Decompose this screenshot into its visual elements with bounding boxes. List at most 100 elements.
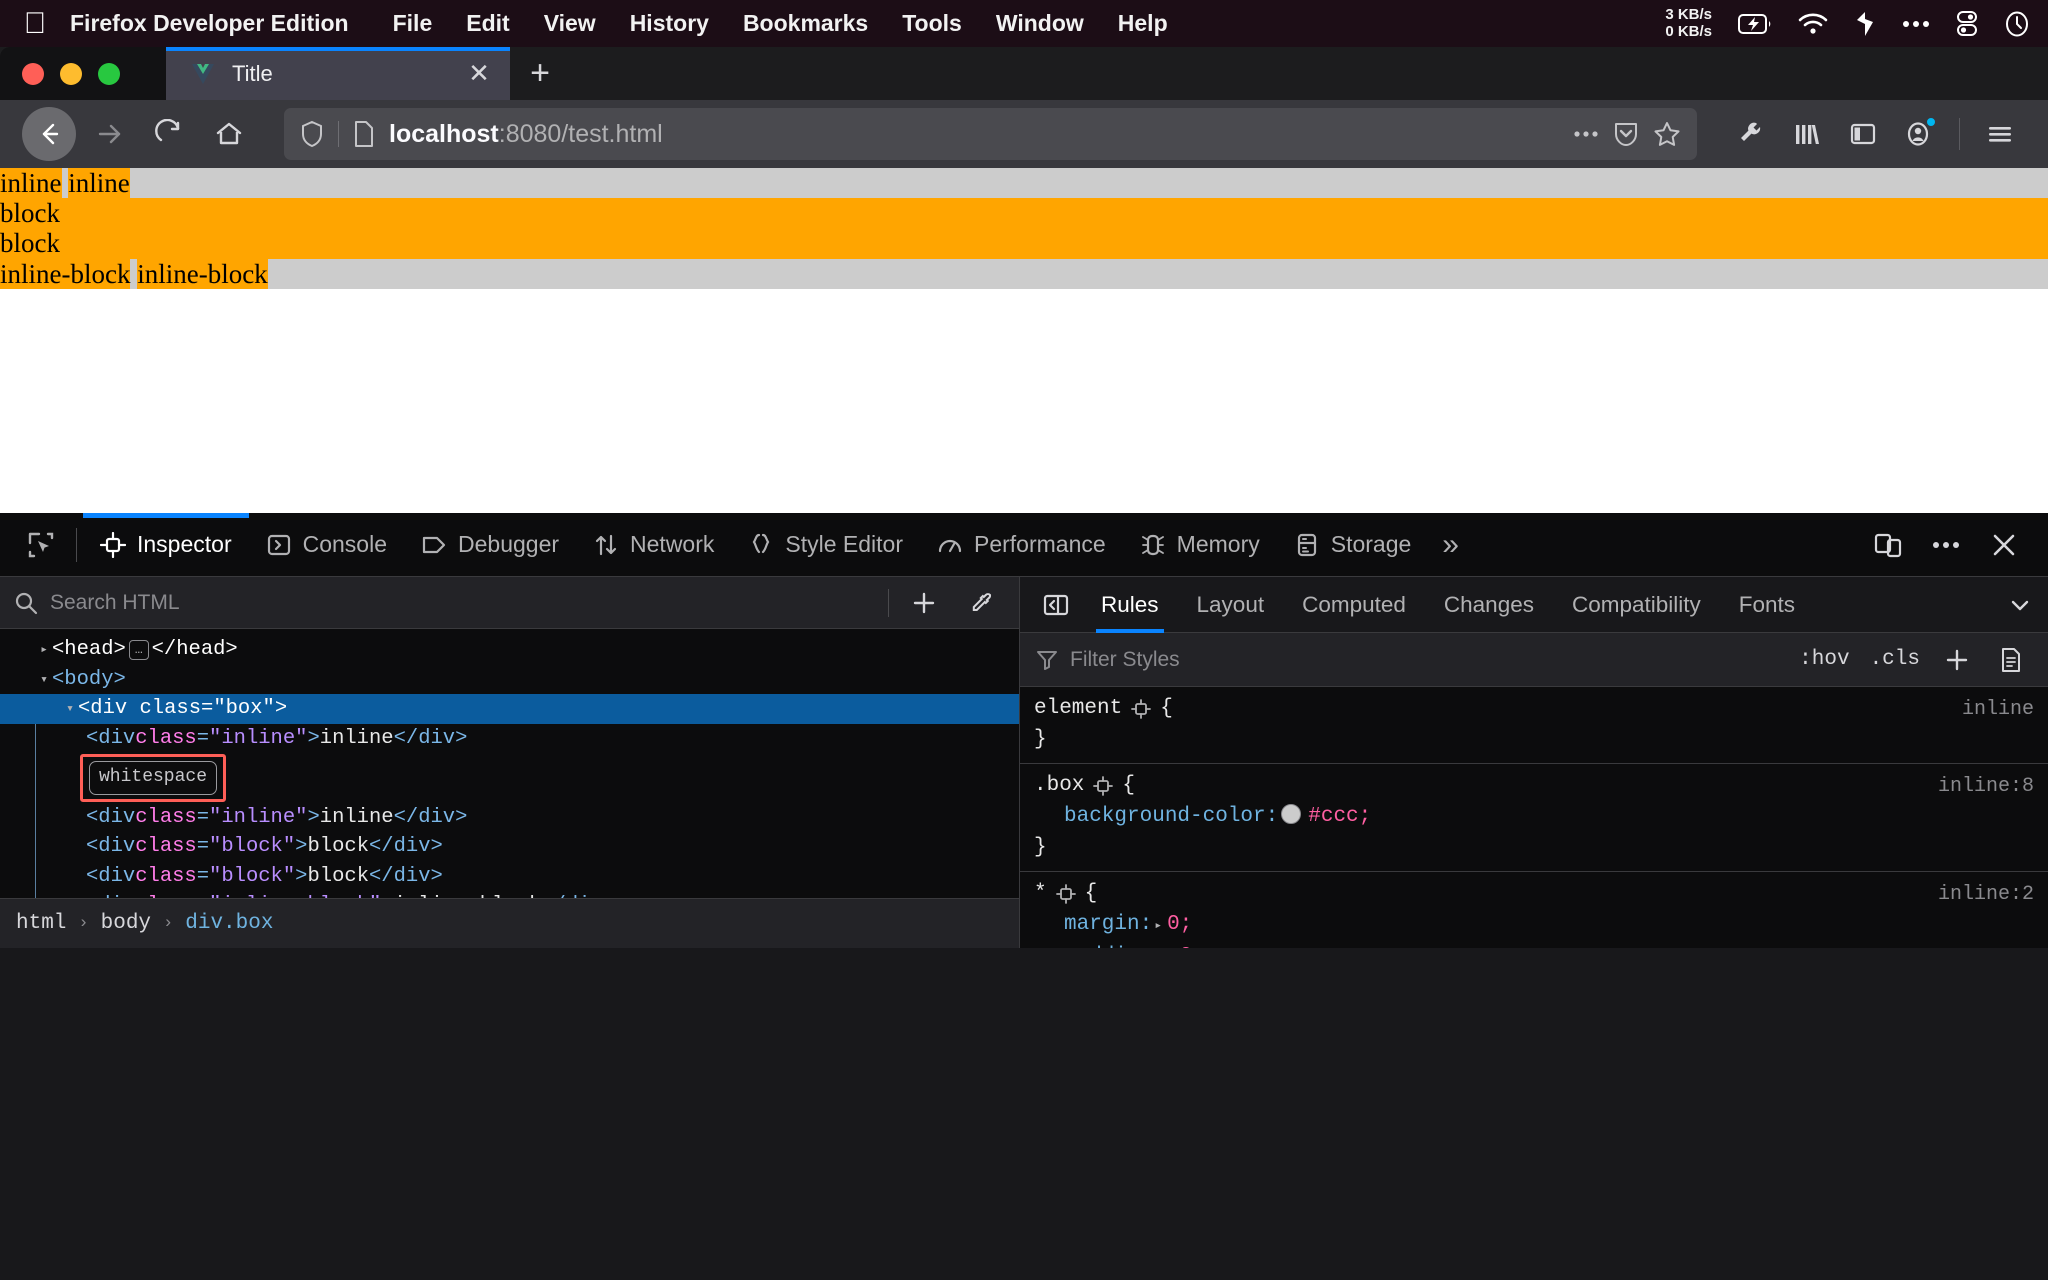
- hov-toggle[interactable]: :hov: [1795, 648, 1853, 671]
- minimize-window-button[interactable]: [60, 63, 82, 85]
- declaration-property[interactable]: margin: [1064, 913, 1140, 936]
- declaration-margin[interactable]: margin:▸0;: [1020, 909, 2048, 941]
- filter-styles-input[interactable]: Filter Styles: [1070, 648, 1783, 672]
- tab-network[interactable]: Network: [576, 513, 731, 577]
- tab-console[interactable]: Console: [249, 513, 404, 577]
- match-node-icon[interactable]: [1131, 699, 1151, 719]
- rules-tab-layout[interactable]: Layout: [1178, 577, 1284, 633]
- new-tab-button[interactable]: +: [510, 47, 570, 100]
- tab-debugger[interactable]: Debugger: [404, 513, 576, 577]
- back-button[interactable]: [22, 107, 76, 161]
- match-node-icon[interactable]: [1056, 884, 1076, 904]
- reload-button[interactable]: [142, 107, 196, 161]
- star-icon[interactable]: [1653, 120, 1681, 148]
- tab-memory[interactable]: Memory: [1123, 513, 1277, 577]
- rules-tab-compatibility[interactable]: Compatibility: [1553, 577, 1720, 633]
- breadcrumb-html[interactable]: html: [16, 912, 66, 935]
- devtools-options-icon[interactable]: [1920, 513, 1972, 577]
- tree-row-body[interactable]: ▾ <body>: [0, 665, 1019, 695]
- print-styles-icon[interactable]: [1990, 639, 2032, 681]
- menu-view[interactable]: View: [544, 10, 596, 37]
- rule-element-header[interactable]: element {: [1020, 693, 2048, 724]
- menu-app-name[interactable]: Firefox Developer Edition: [70, 10, 349, 37]
- tab-storage[interactable]: Storage: [1277, 513, 1429, 577]
- control-center-icon[interactable]: [1956, 11, 1978, 37]
- dropbox-icon[interactable]: [1854, 11, 1876, 37]
- expand-twisty-icon[interactable]: ▸: [36, 636, 52, 664]
- home-button[interactable]: [202, 107, 256, 161]
- tree-row-inline-2[interactable]: <div class="inline">inline</div>: [52, 803, 1019, 833]
- rule-box-header[interactable]: .box {: [1020, 770, 2048, 801]
- declaration-value[interactable]: 0: [1180, 945, 1193, 948]
- color-swatch[interactable]: [1281, 804, 1301, 824]
- expand-shorthand-icon[interactable]: ▸: [1154, 918, 1162, 933]
- menu-help[interactable]: Help: [1118, 10, 1168, 37]
- tree-row-block-1[interactable]: <div class="block">block</div>: [52, 832, 1019, 862]
- url-bar[interactable]: localhost:8080/test.html: [284, 108, 1697, 160]
- menu-edit[interactable]: Edit: [466, 10, 509, 37]
- panel-toggle-icon[interactable]: [1030, 577, 1082, 633]
- sidebar-icon[interactable]: [1837, 108, 1889, 160]
- close-tab-button[interactable]: ✕: [464, 59, 494, 89]
- menu-file[interactable]: File: [393, 10, 433, 37]
- collapse-twisty-icon[interactable]: ▾: [62, 695, 78, 723]
- menu-bookmarks[interactable]: Bookmarks: [743, 10, 868, 37]
- declaration-value[interactable]: 0: [1167, 913, 1180, 936]
- menu-window[interactable]: Window: [996, 10, 1084, 37]
- apple-icon[interactable]: : [22, 9, 48, 39]
- rules-tab-changes[interactable]: Changes: [1425, 577, 1553, 633]
- close-devtools-icon[interactable]: [1978, 513, 2030, 577]
- chevron-down-icon[interactable]: [1992, 577, 2048, 633]
- page-icon[interactable]: [353, 120, 375, 148]
- rule-source[interactable]: inline: [1962, 694, 2034, 725]
- cls-toggle[interactable]: .cls: [1866, 648, 1924, 671]
- tab-performance[interactable]: Performance: [920, 513, 1123, 577]
- breadcrumb-body[interactable]: body: [101, 912, 151, 935]
- rules-tab-computed[interactable]: Computed: [1283, 577, 1425, 633]
- whitespace-badge[interactable]: whitespace: [89, 761, 217, 795]
- ellipsis-icon[interactable]: [1902, 19, 1930, 29]
- url-text[interactable]: localhost:8080/test.html: [389, 120, 1559, 149]
- declaration-property[interactable]: padding: [1064, 945, 1152, 948]
- declaration-padding[interactable]: padding:▸0;: [1020, 941, 2048, 948]
- close-window-button[interactable]: [22, 63, 44, 85]
- collapse-twisty-icon[interactable]: ▾: [36, 666, 52, 694]
- breadcrumb-div-box[interactable]: div.box: [185, 912, 273, 935]
- search-html-input[interactable]: Search HTML: [50, 591, 876, 615]
- tree-row-inline-block-1[interactable]: <div class="inline-block">inline-block</…: [52, 891, 1019, 898]
- tree-row-whitespace-1[interactable]: whitespace: [52, 753, 1019, 803]
- tree-row-div-box[interactable]: ▾ <div class="box">: [0, 694, 1019, 724]
- forward-button[interactable]: [82, 107, 136, 161]
- declaration-background-color[interactable]: background-color:#ccc;: [1020, 801, 2048, 832]
- shield-icon[interactable]: [300, 120, 324, 148]
- plus-icon[interactable]: [1936, 639, 1978, 681]
- ellipsis-icon[interactable]: [1573, 129, 1599, 139]
- battery-charging-icon[interactable]: [1738, 13, 1772, 35]
- library-icon[interactable]: [1781, 108, 1833, 160]
- rule-universal-header[interactable]: * {: [1020, 878, 2048, 909]
- pocket-icon[interactable]: [1613, 120, 1639, 148]
- tab-style-editor[interactable]: Style Editor: [731, 513, 920, 577]
- menu-history[interactable]: History: [630, 10, 709, 37]
- hamburger-menu-icon[interactable]: [1974, 108, 2026, 160]
- declaration-value[interactable]: #ccc: [1308, 805, 1358, 828]
- element-picker-icon[interactable]: [12, 513, 70, 577]
- rules-tab-rules[interactable]: Rules: [1082, 577, 1178, 633]
- browser-tab[interactable]: Title ✕: [166, 47, 510, 100]
- declaration-property[interactable]: background-color: [1064, 805, 1266, 828]
- menu-tools[interactable]: Tools: [902, 10, 962, 37]
- clock-icon[interactable]: [2004, 11, 2030, 37]
- tab-inspector[interactable]: Inspector: [83, 513, 249, 577]
- wifi-icon[interactable]: [1798, 13, 1828, 35]
- tree-row-inline-1[interactable]: <div class="inline">inline</div>: [52, 724, 1019, 754]
- wrench-icon[interactable]: [1725, 108, 1777, 160]
- rules-tab-fonts[interactable]: Fonts: [1720, 577, 1814, 633]
- collapsed-children-badge[interactable]: …: [129, 640, 149, 660]
- rule-source[interactable]: inline:8: [1938, 771, 2034, 802]
- tree-row-head[interactable]: ▸ <head> … </head>: [0, 635, 1019, 665]
- devtools-overflow-button[interactable]: »: [1428, 513, 1473, 577]
- plus-icon[interactable]: [901, 580, 947, 626]
- responsive-design-mode-icon[interactable]: [1862, 513, 1914, 577]
- eyedropper-icon[interactable]: [959, 580, 1005, 626]
- tree-row-block-2[interactable]: <div class="block">block</div>: [52, 862, 1019, 892]
